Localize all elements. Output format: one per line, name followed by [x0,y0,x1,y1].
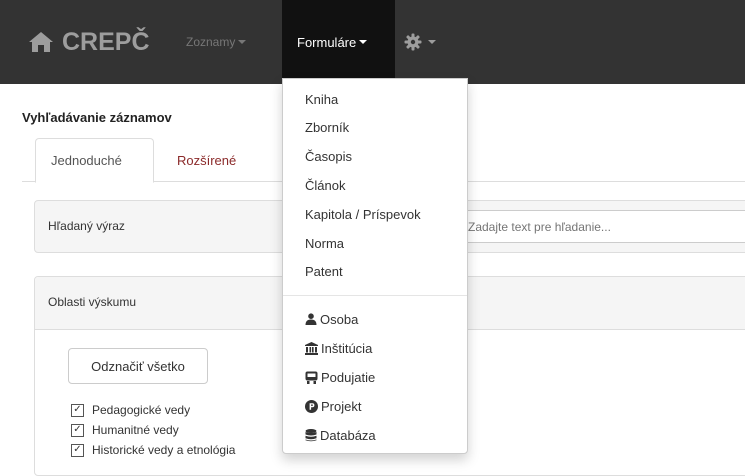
nav-settings[interactable] [404,0,436,84]
area-checkbox-row[interactable]: ✓ Historické vedy a etnológia [71,442,235,458]
menu-item-patent[interactable]: Patent [305,262,343,280]
menu-item-label: Projekt [321,398,362,414]
caret-down-icon [359,40,368,44]
search-input[interactable] [455,210,745,243]
menu-item-databaza[interactable]: Databáza [305,426,376,444]
home-icon [29,32,53,52]
menu-item-podujatie[interactable]: Podujatie [305,368,375,386]
menu-item-label: Osoba [320,311,359,327]
page-title: Vyhľadávanie záznamov [22,110,172,125]
menu-item-label: Podujatie [321,369,376,385]
institution-icon [305,341,318,355]
tab-simple[interactable]: Jednoduché [35,138,154,183]
brand-name: CREPČ [62,27,150,56]
menu-divider [283,295,467,296]
nav-formulare-label: Formuláre [297,34,357,50]
caret-down-icon [428,40,436,44]
area-label: Pedagogické vedy [92,403,191,417]
menu-item-institucia[interactable]: Inštitúcia [305,339,372,357]
menu-item-clanok[interactable]: Článok [305,176,345,194]
area-label: Historické vedy a etnológia [92,443,236,457]
area-label: Humanitné vedy [92,423,179,437]
menu-item-projekt[interactable]: Projekt [305,397,361,415]
menu-item-zbornik[interactable]: Zborník [305,118,349,136]
research-areas-label: Oblasti výskumu [48,295,137,309]
tab-advanced[interactable]: Rozšírené [162,138,251,183]
nav-zoznamy[interactable]: Zoznamy [186,0,247,84]
nav-formulare[interactable]: Formuláre [282,0,395,84]
checkbox[interactable]: ✓ [71,403,84,417]
project-icon [305,399,318,413]
menu-item-norma[interactable]: Norma [305,234,344,252]
gear-icon [404,33,422,51]
checkbox[interactable]: ✓ [71,423,84,437]
search-label: Hľadaný výraz [48,219,125,233]
unselect-all-button[interactable]: Odznačiť všetko [68,348,208,384]
brand-link[interactable]: CREPČ [28,24,150,60]
area-checkbox-row[interactable]: ✓ Humanitné vedy [71,422,179,438]
nav-zoznamy-label: Zoznamy [186,35,236,49]
menu-item-kapitola[interactable]: Kapitola / Príspevok [305,205,421,223]
menu-item-label: Databáza [320,427,376,443]
navbar: CREPČ Zoznamy Formuláre [0,0,745,84]
checkbox[interactable]: ✓ [71,443,84,457]
event-icon [305,371,318,384]
menu-item-kniha[interactable]: Kniha [305,90,338,108]
database-icon [305,428,317,441]
menu-item-osoba[interactable]: Osoba [305,310,358,328]
area-checkbox-row[interactable]: ✓ Pedagogické vedy [71,402,190,418]
menu-item-casopis[interactable]: Časopis [305,147,352,165]
person-icon [305,313,317,325]
formulare-dropdown-menu: Kniha Zborník Časopis Článok Kapitola / … [282,78,468,454]
menu-item-label: Inštitúcia [321,340,373,356]
caret-down-icon [238,40,247,44]
